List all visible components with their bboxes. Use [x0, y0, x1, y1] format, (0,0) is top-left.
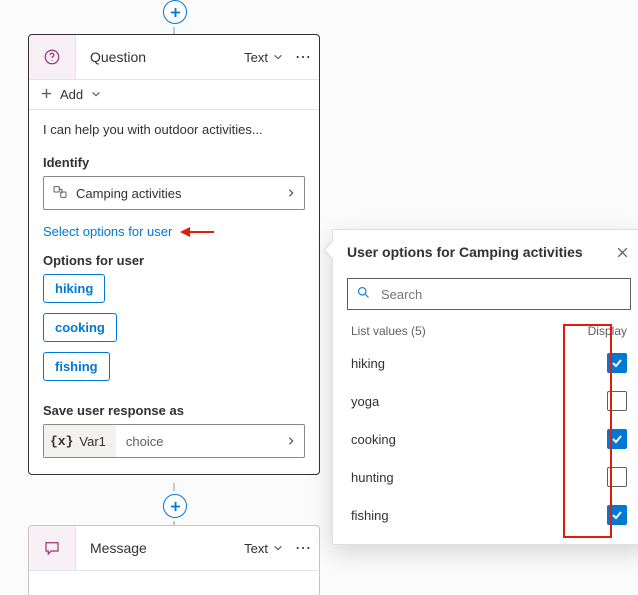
- chevron-down-icon: [91, 87, 101, 102]
- more-menu-button[interactable]: ⋯: [289, 47, 319, 67]
- card-header: Message Text ⋯: [29, 526, 319, 571]
- entity-icon: [52, 184, 68, 203]
- display-checkbox[interactable]: [607, 467, 627, 487]
- option-chip[interactable]: fishing: [43, 352, 110, 381]
- message-icon: [29, 526, 76, 570]
- variable-type: choice: [116, 434, 286, 449]
- chevron-down-icon: [273, 541, 283, 556]
- search-input[interactable]: [379, 286, 622, 303]
- list-rows: hiking yoga cooking hunting fishing: [347, 344, 631, 534]
- prompt-text: I can help you with outdoor activities..…: [43, 122, 305, 137]
- display-checkbox[interactable]: [607, 429, 627, 449]
- variable-name: Var1: [79, 434, 106, 449]
- response-type-label: Text: [244, 50, 268, 65]
- list-item: hiking: [347, 344, 631, 382]
- list-item: yoga: [347, 382, 631, 420]
- list-item: cooking: [347, 420, 631, 458]
- list-item: hunting: [347, 458, 631, 496]
- options-for-user-label: Options for user: [43, 253, 305, 268]
- identify-value: Camping activities: [76, 186, 278, 201]
- callout-arrow: [325, 242, 333, 258]
- list-item-label: yoga: [351, 394, 379, 409]
- save-response-label: Save user response as: [43, 403, 305, 418]
- select-options-link[interactable]: Select options for user: [43, 224, 172, 239]
- card-title: Question: [76, 49, 238, 65]
- question-card: Question Text ⋯ Add I can help you with …: [28, 34, 320, 475]
- response-type-dropdown[interactable]: Text: [238, 537, 289, 560]
- search-icon: [356, 285, 371, 303]
- search-input-wrapper[interactable]: [347, 278, 631, 310]
- response-type-dropdown[interactable]: Text: [238, 46, 289, 69]
- list-item: fishing: [347, 496, 631, 534]
- add-step-button-bottom[interactable]: [163, 494, 187, 518]
- display-checkbox[interactable]: [607, 391, 627, 411]
- annotation-arrow-icon: [180, 226, 214, 238]
- variable-field[interactable]: {x} Var1 choice: [43, 424, 305, 458]
- identify-label: Identify: [43, 155, 305, 170]
- plus-icon: [41, 87, 52, 102]
- message-card: Message Text ⋯: [28, 525, 320, 595]
- close-button[interactable]: [614, 244, 631, 264]
- more-menu-button[interactable]: ⋯: [289, 538, 319, 558]
- display-checkbox[interactable]: [607, 353, 627, 373]
- list-item-label: hiking: [351, 356, 385, 371]
- option-chip[interactable]: cooking: [43, 313, 117, 342]
- variable-token: {x} Var1: [44, 425, 116, 457]
- add-step-button-top[interactable]: [163, 0, 187, 24]
- chevron-right-icon: [286, 186, 296, 201]
- variable-icon: {x}: [50, 434, 73, 449]
- user-options-popover: User options for Camping activities List…: [332, 229, 638, 545]
- display-checkbox[interactable]: [607, 505, 627, 525]
- identify-dropdown[interactable]: Camping activities: [43, 176, 305, 210]
- display-header: Display: [588, 324, 627, 338]
- card-title: Message: [76, 540, 238, 556]
- list-item-label: fishing: [351, 508, 389, 523]
- list-values-header: List values (5): [351, 324, 426, 338]
- list-item-label: hunting: [351, 470, 394, 485]
- question-icon: [29, 35, 76, 79]
- chevron-right-icon: [286, 434, 304, 449]
- popover-title: User options for Camping activities: [347, 244, 583, 260]
- list-item-label: cooking: [351, 432, 396, 447]
- response-type-label: Text: [244, 541, 268, 556]
- options-chip-list: hiking cooking fishing: [43, 274, 305, 381]
- add-label: Add: [60, 87, 83, 102]
- option-chip[interactable]: hiking: [43, 274, 105, 303]
- add-button[interactable]: Add: [29, 80, 319, 110]
- chevron-down-icon: [273, 50, 283, 65]
- card-header: Question Text ⋯: [29, 35, 319, 80]
